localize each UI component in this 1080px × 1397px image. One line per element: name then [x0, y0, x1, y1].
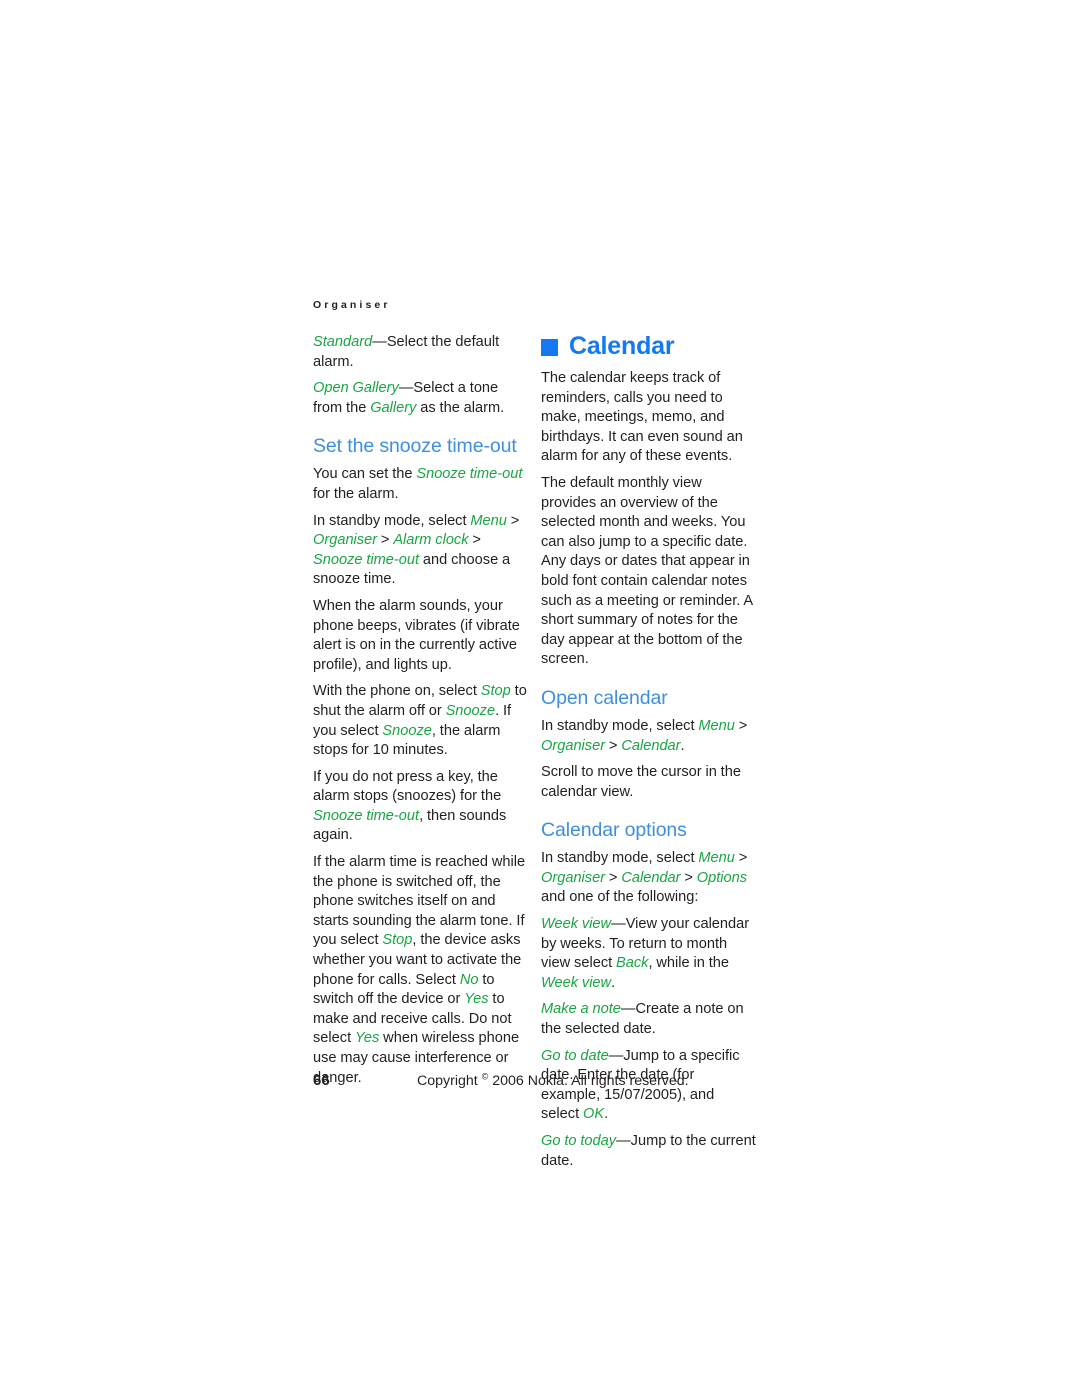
- snooze-p1-a: You can set the: [313, 466, 417, 483]
- ui-term-calendar-open-cal: Calendar: [621, 737, 681, 754]
- ui-term-standard: Standard: [313, 334, 373, 350]
- open-cal-p1-b: .: [680, 737, 685, 754]
- calendar-option-go-to-today: Go to today—Jump to the current date.: [541, 1132, 756, 1171]
- alarm-option-open-gallery: Open Gallery—Select a tone from the Gall…: [313, 379, 528, 418]
- ui-term-back: Back: [616, 955, 649, 972]
- square-bullet-icon: [541, 339, 558, 356]
- page-number: 66: [313, 1072, 330, 1089]
- ui-term-yes-1: Yes: [464, 991, 489, 1008]
- copyright-notice: Copyright © 2006 Nokia. All rights reser…: [417, 1072, 689, 1089]
- snooze-p2-a: In standby mode, select: [313, 512, 471, 529]
- week-view-text-b: , while in the: [648, 955, 730, 972]
- path-separator-2: >: [377, 532, 394, 549]
- ui-term-options: Options: [696, 869, 748, 886]
- path-separator-1: >: [506, 512, 520, 529]
- alarm-option-gallery-text-b: as the alarm.: [416, 399, 505, 416]
- chapter-heading-calendar: Calendar: [541, 333, 756, 360]
- ui-term-stop-2: Stop: [382, 932, 413, 949]
- ui-term-go-to-date: Go to date: [541, 1047, 609, 1064]
- ui-term-week-view-2: Week view: [541, 974, 612, 991]
- cal-opt-intro-a: In standby mode, select: [541, 850, 699, 867]
- ui-term-no: No: [459, 971, 479, 988]
- ui-term-open-gallery: Open Gallery: [313, 380, 399, 397]
- snooze-p1-b: for the alarm.: [313, 485, 399, 502]
- path-separator-opt-2: >: [605, 869, 622, 886]
- ui-term-menu: Menu: [470, 512, 507, 529]
- week-view-text-c: .: [611, 974, 616, 991]
- ui-term-make-a-note: Make a note: [541, 1001, 621, 1018]
- snooze-paragraph-4: With the phone on, select Stop to shut t…: [313, 682, 528, 760]
- running-header: Organiser: [313, 299, 391, 311]
- calendar-option-week-view: Week view—View your calendar by weeks. T…: [541, 915, 756, 993]
- calendar-options-intro: In standby mode, select Menu > Organiser…: [541, 849, 756, 908]
- path-separator-opt-1: >: [734, 850, 748, 867]
- ui-term-stop: Stop: [480, 683, 511, 700]
- page-footer: 66 Copyright © 2006 Nokia. All rights re…: [313, 1072, 768, 1092]
- ui-term-go-to-today: Go to today: [541, 1133, 617, 1149]
- snooze-paragraph-5: If you do not press a key, the alarm sto…: [313, 768, 528, 846]
- ui-term-snooze-2: Snooze: [382, 722, 432, 739]
- snooze-paragraph-1: You can set the Snooze time-out for the …: [313, 465, 528, 504]
- snooze-paragraph-2: In standby mode, select Menu > Organiser…: [313, 512, 528, 590]
- path-separator-open-2: >: [605, 737, 622, 754]
- calendar-intro-paragraph-1: The calendar keeps track of reminders, c…: [541, 370, 743, 465]
- ui-term-ok: OK: [582, 1106, 605, 1123]
- ui-term-snooze-1: Snooze: [445, 702, 496, 719]
- ui-term-menu-open-cal: Menu: [698, 717, 735, 734]
- calendar-intro-paragraph-2: The default monthly view provides an ove…: [541, 474, 753, 668]
- left-column: Standard—Select the default alarm. Open …: [313, 333, 528, 1088]
- ui-term-yes-2: Yes: [354, 1030, 380, 1047]
- ui-term-snooze-timeout: Snooze time-out: [416, 466, 523, 483]
- cal-opt-intro-b: and one of the following:: [541, 889, 699, 906]
- snooze-paragraph-3: When the alarm sounds, your phone beeps,…: [313, 597, 520, 673]
- right-column: Calendar The calendar keeps track of rem…: [541, 333, 756, 1171]
- ui-term-organiser: Organiser: [313, 532, 378, 549]
- calendar-option-make-a-note: Make a note—Create a note on the selecte…: [541, 1000, 756, 1039]
- open-calendar-paragraph-1: In standby mode, select Menu > Organiser…: [541, 717, 756, 756]
- ui-term-calendar-cal-opt: Calendar: [621, 869, 681, 886]
- ui-term-snooze-timeout-2: Snooze time-out: [313, 807, 420, 824]
- ui-term-snooze-timeout-path: Snooze time-out: [313, 551, 420, 568]
- snooze-p4-a: With the phone on, select: [313, 683, 481, 700]
- copyright-pre: Copyright: [417, 1073, 482, 1089]
- snooze-p5-a: If you do not press a key, the alarm sto…: [313, 768, 502, 805]
- alarm-option-standard: Standard—Select the default alarm.: [313, 333, 528, 372]
- ui-term-week-view: Week view: [541, 916, 612, 933]
- open-cal-p1-a: In standby mode, select: [541, 717, 699, 734]
- ui-term-organiser-open-cal: Organiser: [541, 737, 606, 754]
- go-to-date-text-b: .: [604, 1106, 609, 1123]
- manual-page: Organiser Standard—Select the default al…: [0, 0, 1080, 1397]
- section-heading-calendar-options: Calendar options: [541, 819, 687, 842]
- snooze-paragraph-6: If the alarm time is reached while the p…: [313, 853, 528, 1088]
- chapter-title-text: Calendar: [569, 332, 675, 360]
- ui-term-alarm-clock: Alarm clock: [393, 532, 469, 549]
- ui-term-menu-cal-opt: Menu: [698, 850, 735, 867]
- path-separator-opt-3: >: [680, 869, 697, 886]
- path-separator-3: >: [468, 532, 481, 549]
- section-heading-snooze-timeout: Set the snooze time-out: [313, 435, 517, 458]
- copyright-post: 2006 Nokia. All rights reserved.: [488, 1073, 689, 1089]
- ui-term-organiser-cal-opt: Organiser: [541, 869, 606, 886]
- ui-term-gallery: Gallery: [370, 399, 417, 416]
- path-separator-open-1: >: [734, 717, 748, 734]
- open-calendar-paragraph-2: Scroll to move the cursor in the calenda…: [541, 764, 741, 800]
- section-heading-open-calendar: Open calendar: [541, 686, 668, 709]
